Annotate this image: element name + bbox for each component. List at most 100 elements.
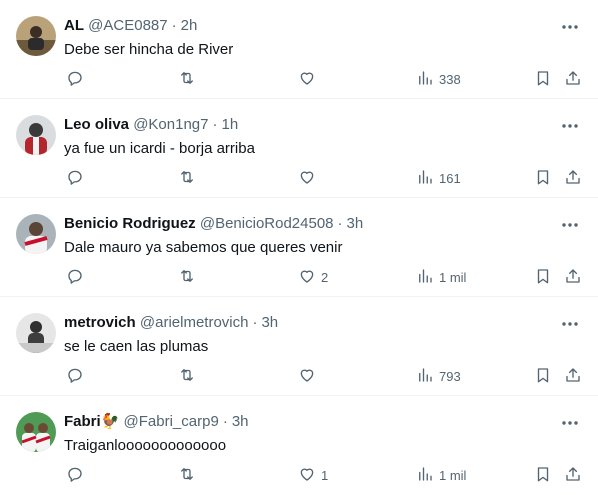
like-icon <box>298 168 316 189</box>
bookmark-icon <box>534 168 552 189</box>
reply-button[interactable] <box>66 365 84 387</box>
views-button[interactable]: 1 mil <box>416 266 466 288</box>
more-icon[interactable] <box>560 17 580 37</box>
retweet-button[interactable] <box>178 464 196 486</box>
avatar[interactable] <box>16 214 56 254</box>
user-handle[interactable]: @ACE0887 <box>88 17 167 34</box>
reply[interactable]: Benicio Rodriguez @BenicioRod24508 · 3h Da… <box>0 198 598 297</box>
action-bar: 338 <box>64 68 582 90</box>
separator-dot: · <box>171 17 177 34</box>
views-icon <box>416 366 434 387</box>
avatar[interactable] <box>16 313 56 353</box>
bookmark-icon <box>534 69 552 90</box>
reply[interactable]: Leo oliva @Kon1ng7 · 1h ya fue un icardi -… <box>0 99 598 198</box>
reply-button[interactable] <box>66 167 84 189</box>
retweet-button[interactable] <box>178 68 196 90</box>
more-icon[interactable] <box>560 314 580 334</box>
reply-button[interactable] <box>66 68 84 90</box>
user-name[interactable]: Benicio Rodriguez <box>64 215 196 232</box>
separator-dot: · <box>222 413 228 430</box>
views-button[interactable]: 338 <box>416 68 461 90</box>
retweet-button[interactable] <box>178 167 196 189</box>
more-icon[interactable] <box>560 116 580 136</box>
share-button[interactable] <box>564 266 582 288</box>
bookmark-button[interactable] <box>534 464 552 486</box>
views-icon <box>416 465 434 486</box>
reply-button[interactable] <box>66 266 84 288</box>
retweet-icon <box>178 168 196 189</box>
share-icon <box>564 465 582 486</box>
like-button[interactable] <box>298 68 321 90</box>
reply-icon <box>66 168 84 189</box>
action-bar: 793 <box>64 365 582 387</box>
reply-text: Traiganlooooooooooooo <box>64 437 227 454</box>
like-count: 2 <box>321 269 329 285</box>
user-handle[interactable]: @Fabri_carp9 <box>124 413 219 430</box>
share-button[interactable] <box>564 365 582 387</box>
separator-dot: · <box>252 314 258 331</box>
share-button[interactable] <box>564 167 582 189</box>
share-icon <box>564 168 582 189</box>
retweet-icon <box>178 366 196 387</box>
avatar[interactable] <box>16 115 56 155</box>
bookmark-button[interactable] <box>534 167 552 189</box>
views-icon <box>416 168 434 189</box>
share-icon <box>564 366 582 387</box>
user-handle[interactable]: @Kon1ng7 <box>133 116 208 133</box>
user-name[interactable]: metrovich <box>64 314 136 331</box>
user-name[interactable]: Leo oliva <box>64 116 129 133</box>
timestamp[interactable]: 1h <box>222 116 239 133</box>
timestamp[interactable]: 3h <box>347 215 364 232</box>
bookmark-icon <box>534 465 552 486</box>
avatar[interactable] <box>16 16 56 56</box>
like-button[interactable]: 1 <box>298 464 328 486</box>
like-icon <box>298 69 316 90</box>
user-name[interactable]: Fabri🐓 <box>64 413 119 430</box>
share-button[interactable] <box>564 464 582 486</box>
retweet-button[interactable] <box>178 266 196 288</box>
more-icon[interactable] <box>560 215 580 235</box>
reply-text: ya fue un icardi - borja arriba <box>64 140 255 157</box>
views-button[interactable]: 793 <box>416 365 461 387</box>
reply-text: Dale mauro ya sabemos que queres venir <box>64 239 343 256</box>
reply-icon <box>66 267 84 288</box>
retweet-button[interactable] <box>178 365 196 387</box>
reply-header: AL @ACE0887 · 2h <box>64 16 558 36</box>
retweet-icon <box>178 465 196 486</box>
timestamp[interactable]: 3h <box>261 314 278 331</box>
reply-button[interactable] <box>66 464 84 486</box>
views-button[interactable]: 1 mil <box>416 464 466 486</box>
replies-feed: AL @ACE0887 · 2h Debe ser hincha de River … <box>0 0 598 495</box>
bookmark-button[interactable] <box>534 266 552 288</box>
user-handle[interactable]: @arielmetrovich <box>140 314 249 331</box>
like-button[interactable]: 2 <box>298 266 328 288</box>
timestamp[interactable]: 2h <box>181 17 198 34</box>
separator-dot: · <box>212 116 218 133</box>
views-count: 793 <box>439 368 461 384</box>
bookmark-button[interactable] <box>534 68 552 90</box>
reply[interactable]: AL @ACE0887 · 2h Debe ser hincha de River … <box>0 0 598 99</box>
reply[interactable]: metrovich @arielmetrovich · 3h se le caen … <box>0 297 598 396</box>
reply-icon <box>66 465 84 486</box>
reply[interactable]: Fabri🐓 @Fabri_carp9 · 3h Traiganlooooooooo… <box>0 396 598 495</box>
reply-header: Benicio Rodriguez @BenicioRod24508 · 3h <box>64 214 558 234</box>
share-icon <box>564 69 582 90</box>
views-button[interactable]: 161 <box>416 167 461 189</box>
bookmark-button[interactable] <box>534 365 552 387</box>
avatar[interactable] <box>16 412 56 452</box>
reply-icon <box>66 69 84 90</box>
like-button[interactable] <box>298 167 321 189</box>
more-icon[interactable] <box>560 413 580 433</box>
timestamp[interactable]: 3h <box>232 413 249 430</box>
reply-header: Fabri🐓 @Fabri_carp9 · 3h <box>64 412 558 432</box>
like-button[interactable] <box>298 365 321 387</box>
share-button[interactable] <box>564 68 582 90</box>
separator-dot: · <box>337 215 343 232</box>
share-icon <box>564 267 582 288</box>
retweet-icon <box>178 267 196 288</box>
views-count: 161 <box>439 170 461 186</box>
action-bar: 1 1 mil <box>64 464 582 486</box>
reply-header: metrovich @arielmetrovich · 3h <box>64 313 558 333</box>
user-name[interactable]: AL <box>64 17 84 34</box>
user-handle[interactable]: @BenicioRod24508 <box>200 215 334 232</box>
